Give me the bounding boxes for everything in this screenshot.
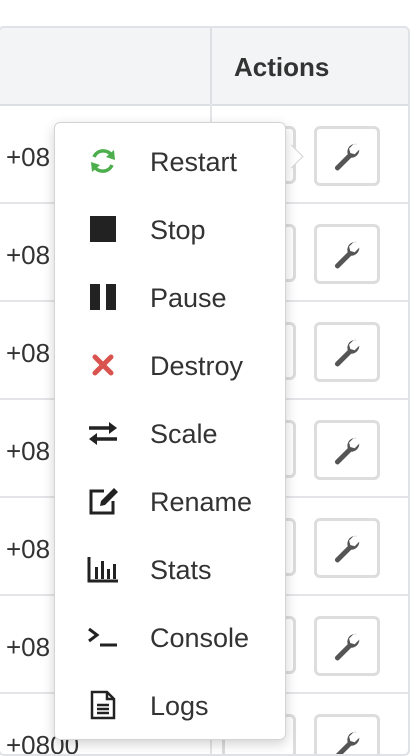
pause-icon <box>83 279 123 315</box>
wrench-button[interactable] <box>314 616 380 676</box>
file-text-icon <box>83 687 123 723</box>
wrench-icon <box>335 143 360 171</box>
refresh-icon <box>83 143 123 179</box>
menu-item-label: Stats <box>150 555 212 585</box>
wrench-button[interactable] <box>314 126 380 186</box>
created-time: +08 <box>6 240 51 270</box>
wrench-button[interactable] <box>314 224 380 284</box>
menu-item-label: Rename <box>150 487 253 517</box>
menu-item-label: Logs <box>150 691 209 721</box>
menu-item-stop[interactable]: Stop <box>55 195 285 263</box>
menu-item-label: Restart <box>150 147 238 177</box>
container-actions-dropdown: Restart Stop Pause Destroy Scale Rename <box>54 122 286 740</box>
table-header: Actions <box>0 28 408 106</box>
menu-item-logs[interactable]: Logs <box>55 671 285 739</box>
menu-item-restart[interactable]: Restart <box>55 127 285 195</box>
menu-item-console[interactable]: Console <box>55 603 285 671</box>
actions-header-label: Actions <box>234 52 330 82</box>
wrench-icon <box>335 241 360 269</box>
wrench-icon <box>335 633 360 661</box>
edit-icon <box>83 483 123 519</box>
created-time: +08 <box>6 142 51 172</box>
menu-item-label: Stop <box>150 215 206 245</box>
menu-item-label: Scale <box>150 419 218 449</box>
wrench-button[interactable] <box>314 322 380 382</box>
menu-item-label: Console <box>150 623 250 653</box>
wrench-button[interactable] <box>314 714 380 754</box>
menu-item-label: Destroy <box>150 351 244 381</box>
stop-icon <box>83 211 123 247</box>
created-time: +08 <box>6 534 51 564</box>
terminal-icon <box>83 619 123 655</box>
wrench-icon <box>335 437 360 465</box>
menu-item-stats[interactable]: Stats <box>55 535 285 603</box>
wrench-button[interactable] <box>314 420 380 480</box>
wrench-button[interactable] <box>314 518 380 578</box>
menu-item-pause[interactable]: Pause <box>55 263 285 331</box>
wrench-icon <box>335 339 360 367</box>
wrench-icon <box>335 535 360 563</box>
created-time: +08 <box>6 338 51 368</box>
bar-chart-icon <box>83 551 123 587</box>
destroy-x-icon <box>83 347 123 383</box>
menu-item-destroy[interactable]: Destroy <box>55 331 285 399</box>
menu-item-rename[interactable]: Rename <box>55 467 285 535</box>
menu-item-label: Pause <box>150 283 227 313</box>
created-time: +08 <box>6 436 51 466</box>
exchange-arrows-icon <box>83 415 123 451</box>
actions-column-header: Actions <box>210 28 408 104</box>
created-time: +08 <box>6 632 51 662</box>
menu-item-scale[interactable]: Scale <box>55 399 285 467</box>
wrench-icon <box>335 731 360 754</box>
